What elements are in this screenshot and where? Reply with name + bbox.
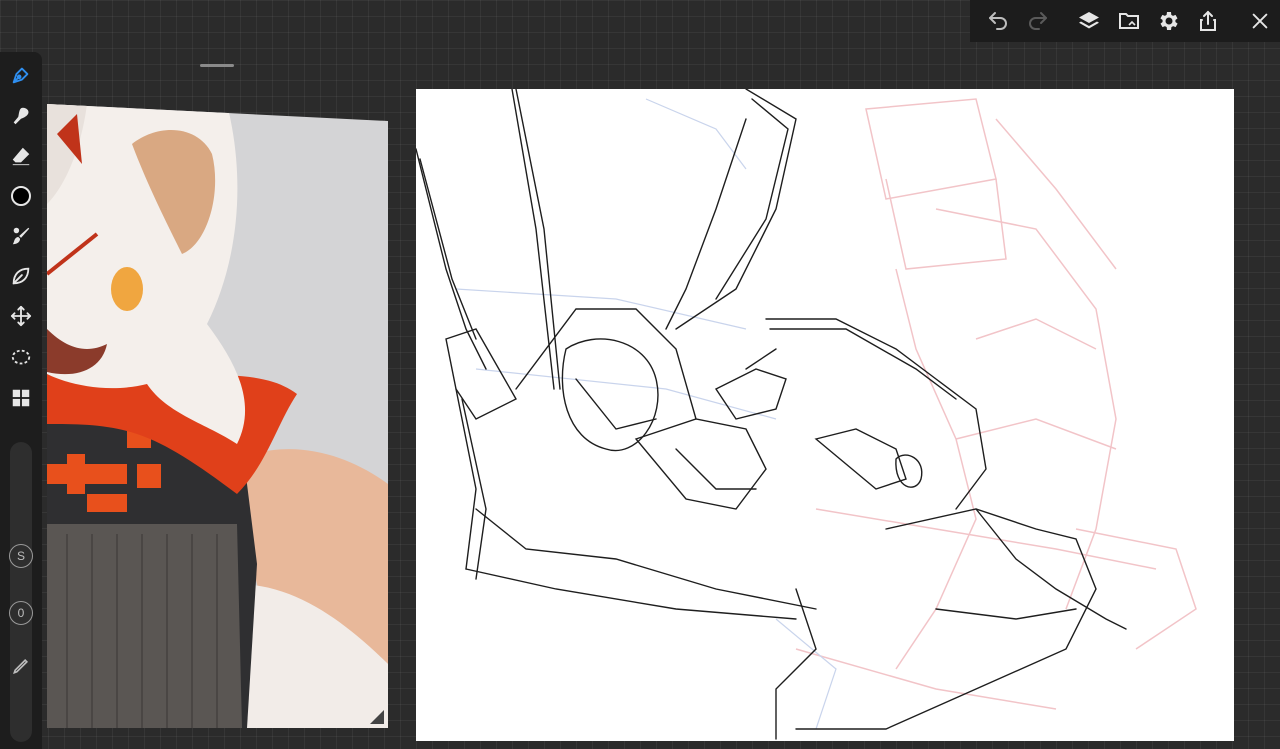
layers-button[interactable]: [1069, 0, 1109, 42]
close-icon: [1252, 13, 1268, 29]
selection-tool-button[interactable]: [0, 340, 42, 376]
reference-image-panel[interactable]: [47, 104, 388, 728]
gear-icon: [1160, 12, 1178, 30]
smudge-tool-button[interactable]: [0, 98, 42, 134]
opacity-slider-label: 0: [17, 606, 25, 620]
undo-icon: [988, 12, 1007, 30]
share-button[interactable]: [1189, 0, 1229, 42]
more-tools-button[interactable]: [0, 380, 42, 416]
move-icon: [10, 305, 32, 327]
share-icon: [1200, 10, 1217, 31]
top-toolbar: [970, 0, 1280, 42]
resize-corner-icon[interactable]: [366, 706, 386, 726]
smudge-icon: [13, 107, 29, 125]
sketch-artwork: [415, 88, 1197, 740]
grid-icon: [12, 389, 30, 407]
tool-sidebar: S 0: [0, 52, 42, 749]
layers-icon: [1079, 12, 1100, 29]
leaf-icon: [12, 267, 30, 285]
brush-icon: [12, 227, 30, 245]
stabilizer-button[interactable]: [0, 258, 42, 294]
size-slider-label: S: [16, 549, 25, 563]
reference-image: [47, 104, 388, 728]
drawing-canvas[interactable]: [415, 88, 1234, 741]
undo-button[interactable]: [978, 0, 1018, 42]
close-button[interactable]: [1240, 0, 1280, 42]
color-picker-button[interactable]: [0, 178, 42, 214]
pen-icon: [12, 67, 29, 84]
eyedropper-button[interactable]: [0, 648, 42, 684]
brush-size-slider[interactable]: [10, 442, 32, 742]
eraser-icon: [12, 147, 30, 166]
lasso-icon: [11, 349, 31, 365]
eraser-tool-button[interactable]: [0, 138, 42, 174]
reference-drag-handle[interactable]: [200, 64, 234, 67]
gallery-button[interactable]: [1109, 0, 1149, 42]
gallery-icon: [1118, 13, 1139, 29]
redo-button[interactable]: [1018, 0, 1058, 42]
redo-icon: [1028, 12, 1047, 30]
opacity-slider-button[interactable]: 0: [9, 601, 33, 625]
pencil-icon: [13, 658, 29, 674]
transform-tool-button[interactable]: [0, 298, 42, 334]
color-swatch-icon: [11, 186, 31, 206]
brush-settings-button[interactable]: [0, 218, 42, 254]
size-slider-button[interactable]: S: [9, 544, 33, 568]
pen-tool-button[interactable]: [0, 57, 42, 93]
settings-button[interactable]: [1149, 0, 1189, 42]
